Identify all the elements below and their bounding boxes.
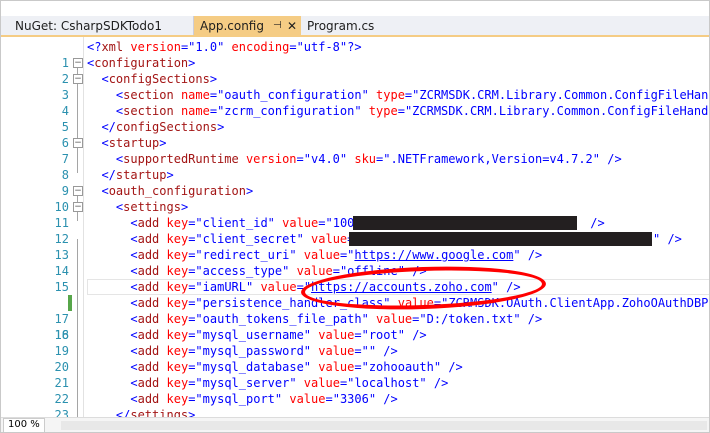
collapse-icon[interactable]: − — [73, 186, 83, 196]
tab-nuget-project[interactable]: NuGet: CsharpSDKTodo1 — [9, 16, 194, 36]
code-line: 2 − <configuration> — [1, 55, 709, 86]
zoom-dropdown[interactable]: 100 % — [3, 418, 45, 432]
code-line: 13 <add key="client_secret" value=" " /> — [1, 231, 709, 262]
code-line: 8 <supportedRuntime version="v4.0" sku="… — [1, 151, 709, 182]
code-line: 1 <?xml version="1.0" encoding="utf-8"?> — [1, 39, 709, 70]
redaction-bar — [349, 232, 652, 246]
close-icon[interactable]: ✕ — [287, 16, 297, 36]
tab-app-config-label: App.config — [200, 19, 264, 33]
code-line: 9 </startup> — [1, 167, 709, 198]
collapse-icon[interactable]: − — [73, 202, 83, 212]
code-line: 23 <add key="mysql_port" value="3306" /> — [1, 391, 709, 422]
code-line: 3 − <configSections> — [1, 71, 709, 102]
code-line: 5 <section name="zcrm_configuration" typ… — [1, 103, 709, 134]
code-line: 6 </configSections> — [1, 119, 709, 150]
code-line: 19 <add key="mysql_username" value="root… — [1, 327, 709, 358]
tab-program-cs[interactable]: Program.cs — [301, 16, 374, 36]
code-line: 18 <add key="oauth_tokens_file_path" val… — [1, 311, 709, 342]
code-line: 14 <add key="redirect_uri" value="https:… — [1, 247, 709, 278]
code-line: 10 − <oauth_configuration> — [1, 183, 709, 214]
code-line: 7 − <startup> — [1, 135, 709, 166]
collapse-icon[interactable]: − — [73, 58, 83, 68]
pin-icon[interactable]: ⊣ — [273, 16, 282, 36]
horizontal-scrollbar[interactable] — [61, 421, 707, 430]
editor-status-bar: 100 % — [1, 417, 709, 432]
tab-app-config[interactable]: App.config ⊣ ✕ — [194, 16, 301, 36]
code-line: 12 <add key="client_id" value="1000 /> — [1, 215, 709, 246]
code-line: 4 <section name="oauth_configuration" ty… — [1, 87, 709, 118]
collapse-icon[interactable]: − — [73, 74, 83, 84]
url-link[interactable]: https://www.google.com — [354, 248, 513, 262]
code-line: 11 − <settings> — [1, 199, 709, 230]
code-line: 20 <add key="mysql_password" value="" /> — [1, 343, 709, 374]
collapse-icon[interactable]: − — [73, 138, 83, 148]
code-editor[interactable]: 1 <?xml version="1.0" encoding="utf-8"?>… — [1, 37, 709, 422]
redaction-bar — [353, 216, 577, 230]
editor-window: NuGet: CsharpSDKTodo1 App.config ⊣ ✕ Pro… — [0, 0, 710, 433]
code-line: 21 <add key="mysql_database" value="zoho… — [1, 359, 709, 390]
code-line: 22 <add key="mysql_server" value="localh… — [1, 375, 709, 406]
